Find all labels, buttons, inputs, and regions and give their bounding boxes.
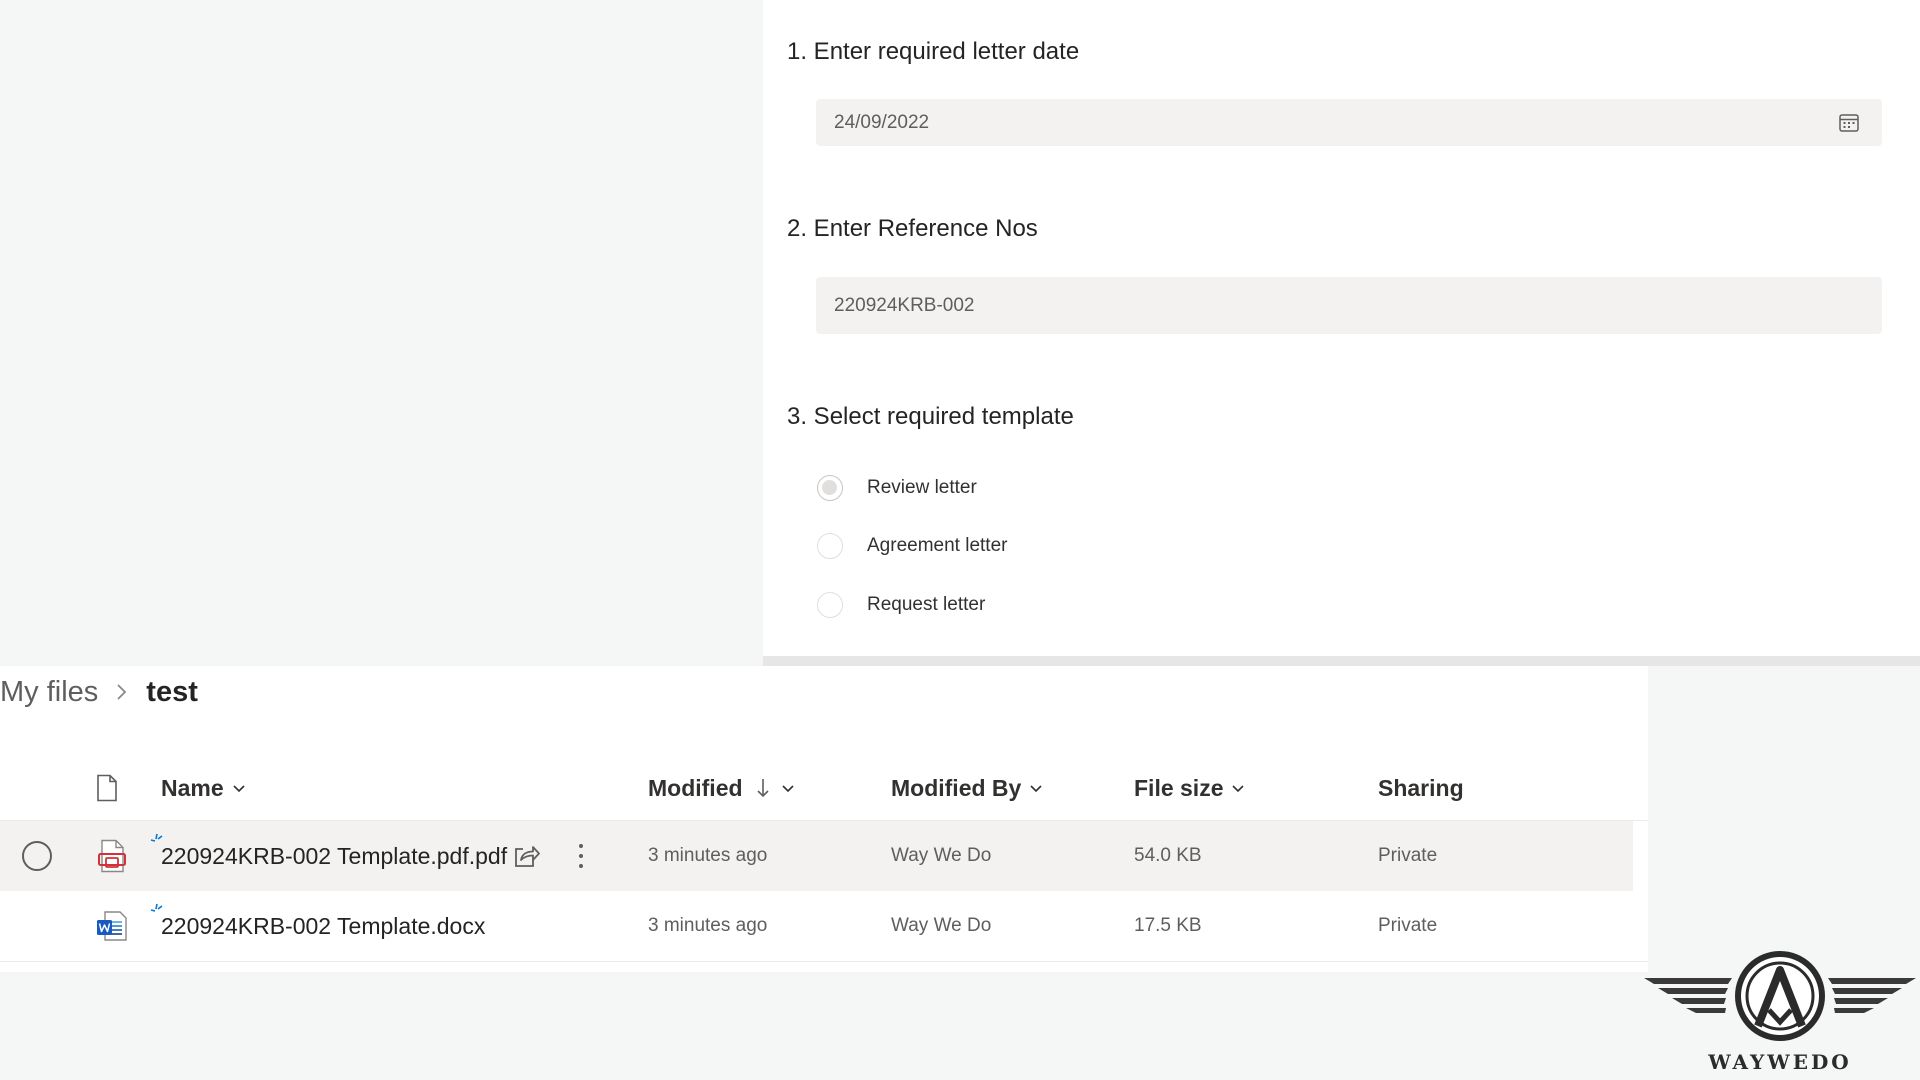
- modified-cell: 3 minutes ago: [648, 915, 768, 936]
- chevron-down-icon: [233, 785, 245, 793]
- file-type-column-header[interactable]: [95, 770, 119, 806]
- question-template-label: 3. Select required template: [787, 403, 1074, 430]
- modified-by-cell[interactable]: Way We Do: [891, 891, 991, 961]
- column-header-modified[interactable]: Modified: [648, 770, 795, 806]
- radio-label: Request letter: [867, 594, 986, 615]
- column-header-name-label: Name: [161, 774, 224, 801]
- sort-descending-arrow-icon: [756, 779, 769, 798]
- form-panel: 1. Enter required letter date 24/09/2022…: [763, 0, 1920, 666]
- letter-date-field[interactable]: 24/09/2022: [816, 99, 1882, 146]
- column-header-modified-label: Modified: [648, 774, 743, 801]
- question-letter-date-label: 1. Enter required letter date: [787, 38, 1080, 65]
- radio-option-request-letter[interactable]: Request letter: [817, 589, 985, 621]
- chevron-down-icon: [781, 785, 794, 793]
- sharing-cell[interactable]: Private: [1378, 891, 1437, 961]
- table-row[interactable]: 220924KRB-002 Template.docx 3 minutes ag…: [0, 891, 1633, 961]
- more-actions-button[interactable]: [576, 821, 586, 891]
- column-header-sharing-label: Sharing: [1378, 774, 1464, 801]
- sharing-cell[interactable]: Private: [1378, 821, 1437, 891]
- file-size-cell: 17.5 KB: [1134, 915, 1202, 936]
- file-name-link[interactable]: 220924KRB-002 Template.pdf.pdf: [161, 843, 507, 870]
- calendar-icon[interactable]: [1838, 112, 1860, 134]
- word-file-icon: [97, 911, 127, 941]
- share-icon: [515, 846, 540, 867]
- more-vertical-icon: [579, 844, 583, 868]
- file-size-cell: 54.0 KB: [1134, 845, 1202, 866]
- pdf-file-icon-cell: [97, 821, 127, 891]
- column-header-name[interactable]: Name: [161, 770, 246, 806]
- row-divider: [0, 961, 1648, 962]
- breadcrumb: My files test: [0, 672, 198, 712]
- column-header-modified-by-label: Modified By: [891, 774, 1022, 801]
- radio-button[interactable]: [817, 592, 843, 618]
- files-panel: My files test Name Modified Modified By …: [0, 666, 1648, 972]
- row-select-checkbox-cell[interactable]: [22, 821, 52, 891]
- waywedo-logo: WAYWEDO: [1640, 950, 1920, 1075]
- column-header-file-size-label: File size: [1134, 774, 1224, 801]
- radio-label: Review letter: [867, 477, 977, 498]
- file-type-icon: [97, 774, 117, 802]
- chevron-down-icon: [1232, 785, 1245, 793]
- chevron-right-icon: [117, 684, 127, 700]
- modified-by-cell[interactable]: Way We Do: [891, 821, 991, 891]
- chevron-down-icon: [1030, 785, 1042, 793]
- table-row[interactable]: 220924KRB-002 Template.pdf.pdf 3 minutes…: [0, 821, 1633, 891]
- breadcrumb-my-files[interactable]: My files: [0, 676, 98, 709]
- file-name-cell[interactable]: 220924KRB-002 Template.docx: [161, 891, 485, 961]
- radio-option-agreement-letter[interactable]: Agreement letter: [817, 530, 1007, 562]
- radio-label: Agreement letter: [867, 535, 1008, 556]
- row-select-checkbox[interactable]: [22, 841, 52, 871]
- file-name-link[interactable]: 220924KRB-002 Template.docx: [161, 913, 485, 940]
- breadcrumb-current-folder: test: [146, 675, 198, 708]
- radio-option-review-letter[interactable]: Review letter: [817, 472, 977, 504]
- radio-button-selected[interactable]: [817, 475, 843, 501]
- radio-button[interactable]: [817, 533, 843, 559]
- column-header-sharing[interactable]: Sharing: [1378, 770, 1464, 806]
- share-button[interactable]: [512, 821, 540, 891]
- question-reference-label: 2. Enter Reference Nos: [787, 215, 1038, 242]
- column-header-file-size[interactable]: File size: [1134, 770, 1245, 806]
- column-header-modified-by[interactable]: Modified By: [891, 770, 1043, 806]
- pdf-file-icon: [98, 839, 126, 873]
- letter-date-value: 24/09/2022: [834, 111, 930, 133]
- logo-wordmark: WAYWEDO: [1708, 1050, 1852, 1074]
- word-file-icon-cell: [96, 891, 128, 961]
- reference-number-value: 220924KRB-002: [834, 294, 975, 316]
- modified-cell: 3 minutes ago: [648, 845, 768, 866]
- winged-emblem-icon: [1644, 951, 1916, 1041]
- reference-number-field[interactable]: 220924KRB-002: [816, 277, 1882, 334]
- file-name-cell[interactable]: 220924KRB-002 Template.pdf.pdf: [161, 821, 507, 891]
